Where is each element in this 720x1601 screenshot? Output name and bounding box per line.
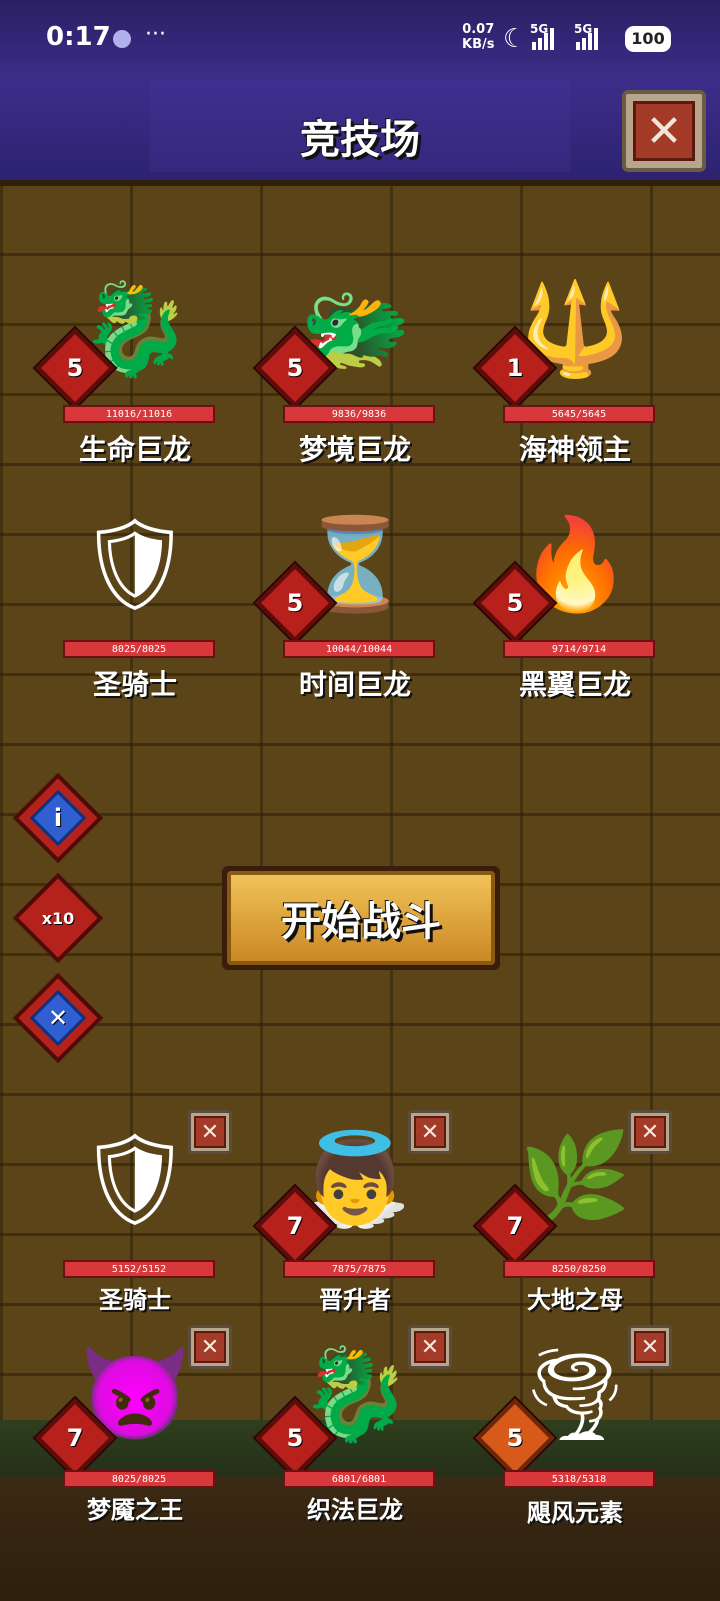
network-speed: 0.07 KB/s: [462, 22, 494, 52]
network-speed-value: 0.07: [462, 22, 495, 37]
unit-name: 海神领主: [518, 433, 631, 466]
unit-name: 飓风元素: [527, 1499, 623, 1527]
hp-bar: 7875/7875: [283, 1260, 435, 1278]
remove-unit-button[interactable]: ✕: [188, 1110, 232, 1154]
hp-bar: 9714/9714: [503, 640, 655, 658]
enemy-unit-6[interactable]: 🔥 5 9714/9714 黑翼巨龙: [475, 495, 675, 705]
cross-icon: ✕: [47, 1004, 69, 1032]
team-unit-5[interactable]: 🐉 ✕ 5 6801/6801 织法巨龙: [255, 1325, 455, 1525]
hp-bar: 6801/6801: [283, 1470, 435, 1488]
status-bar: 0:17 ··· 0.07 KB/s ☾ 5G 5G 100: [0, 0, 720, 80]
hp-bar: 9836/9836: [283, 405, 435, 423]
hp-bar: 10044/10044: [283, 640, 435, 658]
remove-unit-button[interactable]: ✕: [628, 1325, 672, 1369]
unit-name: 梦境巨龙: [298, 433, 411, 466]
network-speed-unit: KB/s: [462, 37, 495, 52]
team-unit-6[interactable]: 🌪 ✕ 5 5318/5318 飓风元素: [475, 1325, 675, 1527]
unit-name: 晋升者: [319, 1286, 391, 1314]
remove-unit-button[interactable]: ✕: [628, 1110, 672, 1154]
enemy-unit-2[interactable]: 🐲 5 9836/9836 梦境巨龙: [255, 260, 455, 470]
page-title: 竞技场: [300, 117, 420, 163]
hp-bar: 8025/8025: [63, 1470, 215, 1488]
hp-bar: 11016/11016: [63, 405, 215, 423]
remove-unit-button[interactable]: ✕: [188, 1325, 232, 1369]
sim2-signal-icon: [576, 26, 598, 50]
speed-x10-icon: x10: [41, 908, 75, 928]
team-unit-1[interactable]: 🛡 ✕ 5152/5152 圣骑士: [35, 1110, 235, 1314]
unit-name: 大地之母: [527, 1286, 623, 1314]
top-bar: 0:17 ··· 0.07 KB/s ☾ 5G 5G 100 竞技场 ✕: [0, 0, 720, 180]
paladin-icon: 🛡: [77, 512, 193, 617]
start-battle-label: 开始战斗: [227, 871, 495, 965]
close-icon: ✕: [634, 1116, 666, 1148]
close-icon: ✕: [633, 101, 695, 161]
close-icon: ✕: [414, 1116, 446, 1148]
close-icon: ✕: [634, 1331, 666, 1363]
unit-name: 生命巨龙: [78, 433, 191, 466]
do-not-disturb-icon: ☾: [503, 24, 527, 54]
enemy-unit-5[interactable]: ⏳ 5 10044/10044 时间巨龙: [255, 495, 455, 705]
hp-bar: 5318/5318: [503, 1470, 655, 1488]
sim1-signal-icon: [532, 26, 554, 50]
hp-bar: 8250/8250: [503, 1260, 655, 1278]
unit-name: 圣骑士: [92, 668, 177, 701]
unit-name: 时间巨龙: [298, 668, 411, 701]
remove-unit-button[interactable]: ✕: [408, 1110, 452, 1154]
enemy-unit-4[interactable]: 🛡 8025/8025 圣骑士: [35, 495, 235, 705]
battery-indicator: 100: [625, 26, 671, 52]
unit-name: 圣骑士: [99, 1286, 171, 1314]
info-icon: i: [53, 804, 63, 832]
paladin-icon: 🛡: [77, 1127, 193, 1232]
app-notification-icon: [113, 30, 131, 48]
hp-bar: 5645/5645: [503, 405, 655, 423]
unit-name: 黑翼巨龙: [518, 668, 631, 701]
enemy-unit-1[interactable]: 🐉 5 11016/11016 生命巨龙: [35, 260, 235, 470]
start-battle-button[interactable]: 开始战斗: [222, 866, 500, 970]
remove-unit-button[interactable]: ✕: [408, 1325, 452, 1369]
close-icon: ✕: [194, 1331, 226, 1363]
hp-bar: 5152/5152: [63, 1260, 215, 1278]
team-unit-4[interactable]: 👿 ✕ 7 8025/8025 梦魇之王: [35, 1325, 235, 1525]
more-notifications-icon: ···: [145, 22, 166, 47]
close-icon: ✕: [194, 1116, 226, 1148]
team-unit-3[interactable]: 🌿 ✕ 7 8250/8250 大地之母: [475, 1110, 675, 1314]
status-time: 0:17: [46, 22, 111, 52]
enemy-unit-3[interactable]: 🔱 1 5645/5645 海神领主: [475, 260, 675, 470]
close-arena-button[interactable]: ✕: [622, 90, 706, 172]
hp-bar: 8025/8025: [63, 640, 215, 658]
close-icon: ✕: [414, 1331, 446, 1363]
unit-name: 梦魇之王: [87, 1496, 183, 1524]
team-unit-2[interactable]: 👼 ✕ 7 7875/7875 晋升者: [255, 1110, 455, 1314]
unit-name: 织法巨龙: [307, 1496, 403, 1524]
